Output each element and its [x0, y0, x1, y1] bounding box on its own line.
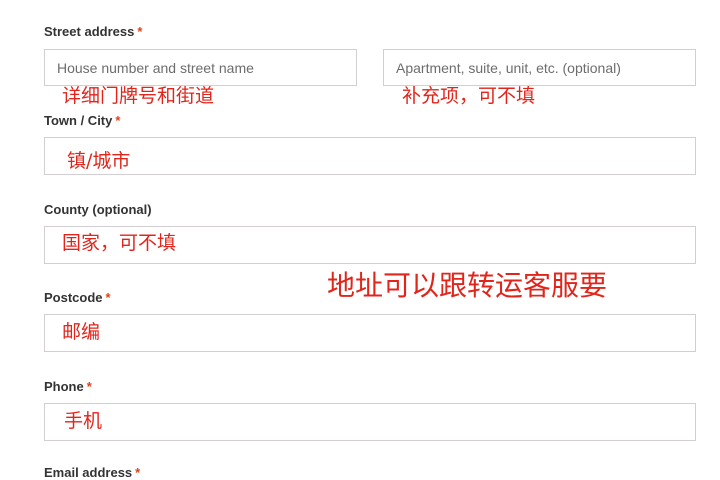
- county-label: County (optional): [44, 202, 152, 217]
- street-address-label-text: Street address: [44, 24, 135, 39]
- phone-input[interactable]: [44, 403, 696, 441]
- street-address-line2-input[interactable]: [383, 49, 696, 86]
- postcode-input[interactable]: [44, 314, 696, 352]
- street-address-line1-input[interactable]: [44, 49, 357, 86]
- phone-label-text: Phone: [44, 379, 84, 394]
- street-line1-annotation: 详细门牌号和街道: [62, 85, 215, 107]
- town-city-annotation: 镇/城市: [67, 150, 131, 172]
- postcode-label-text: Postcode: [44, 290, 103, 305]
- street-line2-annotation: 补充项，可不填: [402, 85, 536, 107]
- phone-annotation: 手机: [64, 410, 103, 432]
- county-annotation: 国家，可不填: [62, 232, 177, 254]
- postcode-annotation: 邮编: [62, 321, 101, 343]
- phone-label: Phone *: [44, 379, 92, 394]
- required-mark: *: [115, 113, 121, 128]
- town-city-input[interactable]: [44, 137, 696, 175]
- town-city-label: Town / City *: [44, 113, 120, 128]
- address-annotation: 地址可以跟转运客服要: [327, 269, 608, 302]
- town-city-label-text: Town / City: [44, 113, 113, 128]
- required-mark: *: [105, 290, 111, 305]
- county-label-text: County (optional): [44, 202, 152, 217]
- required-mark: *: [137, 24, 143, 39]
- required-mark: *: [86, 379, 92, 394]
- postcode-label: Postcode *: [44, 290, 111, 305]
- street-address-label: Street address *: [44, 24, 142, 39]
